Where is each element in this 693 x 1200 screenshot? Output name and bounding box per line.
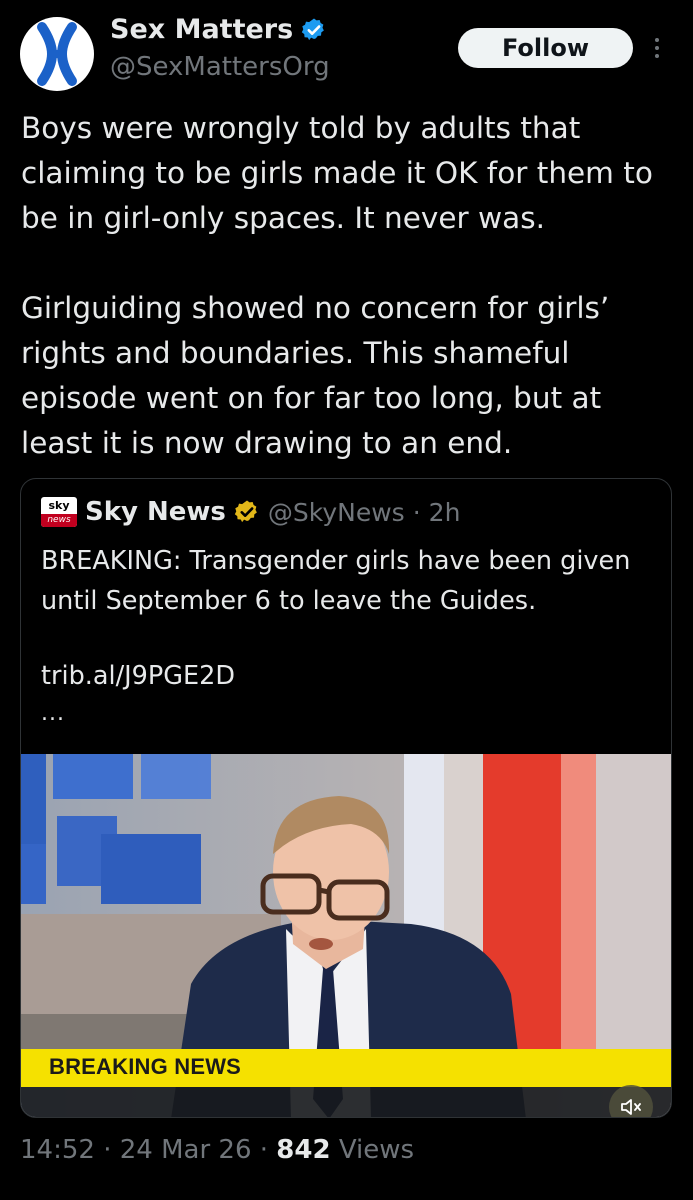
quoted-ellipsis: ... <box>41 701 65 726</box>
tweet-paragraph: Girlguiding showed no concern for girls’… <box>21 291 610 460</box>
more-options-icon[interactable] <box>650 34 664 62</box>
separator-dot: · <box>412 497 421 527</box>
quoted-tweet-text: BREAKING: Transgender girls have been gi… <box>41 541 661 621</box>
meta-separator: · <box>94 1135 120 1165</box>
author-handle[interactable]: @SexMattersOrg <box>110 52 330 82</box>
tweet-time[interactable]: 14:52 <box>20 1135 95 1165</box>
quoted-author-name: Sky News <box>85 497 226 527</box>
author-name-row[interactable]: Sex Matters <box>110 14 327 45</box>
quoted-author-handle: @SkyNews <box>267 497 405 527</box>
quoted-time: 2h <box>428 497 461 527</box>
meta-separator: · <box>251 1135 277 1165</box>
gold-verified-badge-icon <box>234 500 257 523</box>
quoted-text-paragraph: BREAKING: Transgender girls have been gi… <box>41 546 631 616</box>
sky-news-avatar: sky news <box>41 497 77 527</box>
views-count[interactable]: 842 <box>276 1135 330 1165</box>
video-thumbnail[interactable]: BREAKING NEWS <box>21 754 671 1117</box>
tweet-text: Boys were wrongly told by adults that cl… <box>21 106 681 466</box>
quoted-tweet-card[interactable]: sky news Sky News @SkyNews · 2h BREAKING… <box>20 478 672 1118</box>
logo-top-text: sky <box>48 499 70 512</box>
tweet-date[interactable]: 24 Mar 26 <box>120 1135 252 1165</box>
logo-bottom-text: news <box>41 514 77 527</box>
x-chromosome-logo-icon <box>37 22 77 86</box>
breaking-news-banner: BREAKING NEWS <box>21 1049 671 1087</box>
speaker-muted-icon <box>621 1099 641 1115</box>
verified-badge-icon <box>302 17 325 40</box>
quoted-tweet-header: sky news Sky News @SkyNews · 2h <box>41 497 460 527</box>
views-label: Views <box>330 1135 415 1165</box>
quoted-link[interactable]: trib.al/J9PGE2D <box>41 661 235 691</box>
follow-button[interactable]: Follow <box>458 28 633 68</box>
tweet-meta: 14:52 · 24 Mar 26 · 842 Views <box>20 1135 414 1165</box>
author-name[interactable]: Sex Matters <box>110 14 293 45</box>
avatar[interactable] <box>20 17 94 91</box>
tweet-paragraph: Boys were wrongly told by adults that cl… <box>21 111 653 235</box>
breaking-news-text: BREAKING NEWS <box>49 1054 242 1079</box>
